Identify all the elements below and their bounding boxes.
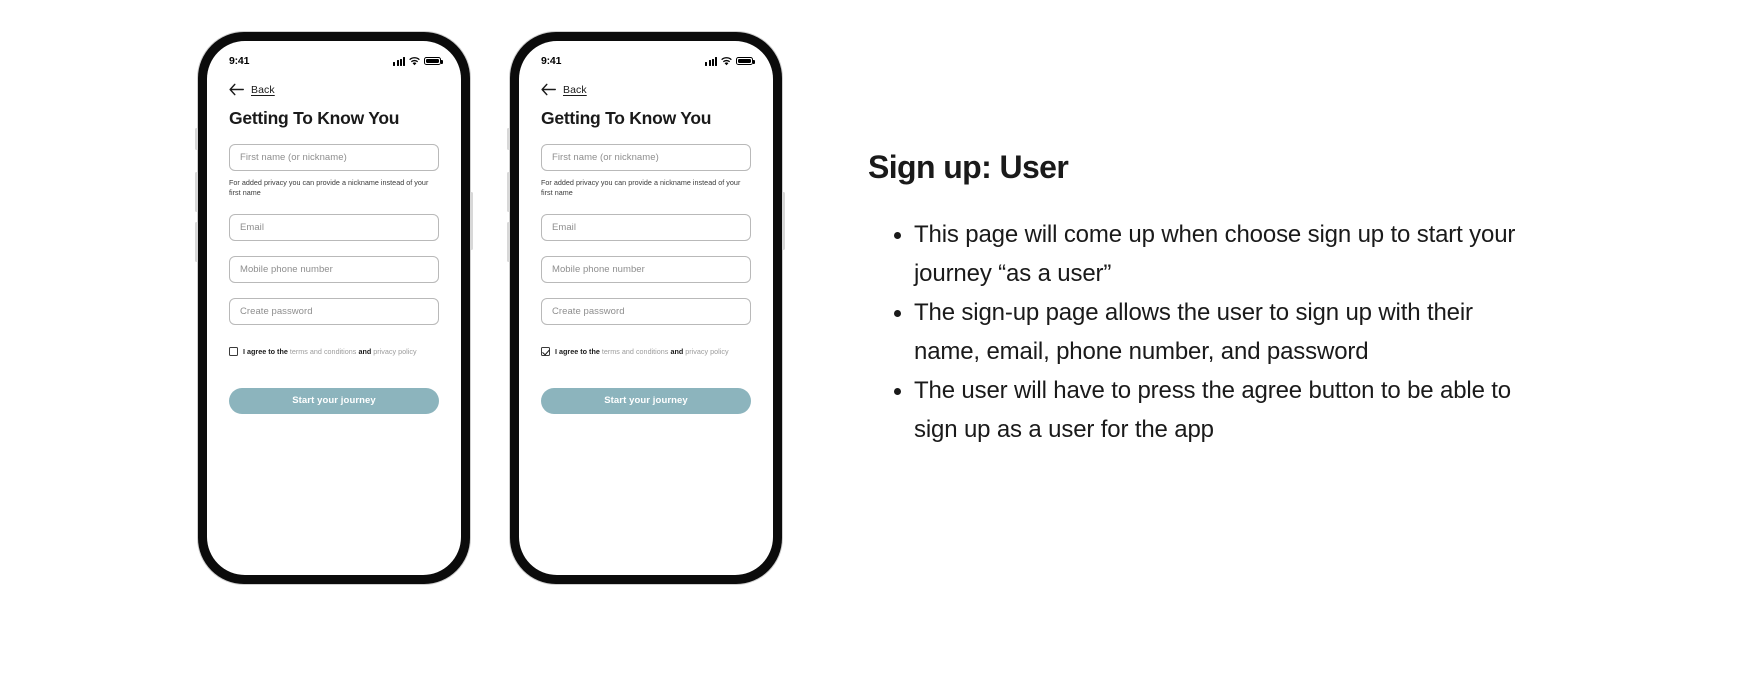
mobile-phone-input[interactable]: Mobile phone number [229,255,439,283]
mobile-phone-placeholder: Mobile phone number [552,263,645,275]
phone-mockup-checked: 9:41 Back Getting To Know You First name… [507,32,785,584]
agree-lead-text: I agree to the [555,346,600,356]
create-password-placeholder: Create password [552,305,625,317]
start-your-journey-label: Start your journey [604,395,688,407]
start-your-journey-button[interactable]: Start your journey [229,387,439,414]
email-placeholder: Email [552,221,577,233]
wifi-icon [409,56,420,66]
terms-and-conditions-link[interactable]: terms and conditions [602,347,669,356]
signal-bars-icon [705,56,717,66]
page-title: Getting To Know You [541,108,712,128]
email-input[interactable]: Email [229,213,439,241]
list-item: This page will come up when choose sign … [914,216,1528,294]
annotation-title: Sign up: User [868,149,1069,185]
annotation-panel: Sign up: User This page will come up whe… [868,148,1528,450]
first-name-input[interactable]: First name (or nickname) [541,144,751,171]
agree-checkbox[interactable] [541,346,550,356]
mobile-phone-input[interactable]: Mobile phone number [541,255,751,283]
first-name-placeholder: First name (or nickname) [552,152,659,163]
back-navigation[interactable]: Back [229,83,439,96]
battery-icon [736,56,755,66]
first-name-helper-text: For added privacy you can provide a nick… [541,178,741,198]
status-time: 9:41 [229,55,250,67]
agree-conjunction: and [670,346,684,356]
status-icons [393,56,443,66]
status-icons [705,56,755,66]
create-password-input[interactable]: Create password [541,297,751,325]
annotation-bullet-list: This page will come up when choose sign … [868,216,1528,449]
email-input[interactable]: Email [541,213,751,241]
back-label: Back [563,83,587,96]
page-title: Getting To Know You [229,108,400,128]
battery-icon [424,56,443,66]
back-navigation[interactable]: Back [541,83,751,96]
agree-lead-text: I agree to the [243,346,288,356]
create-password-input[interactable]: Create password [229,297,439,325]
phone-volume-up-button [507,172,510,212]
status-bar: 9:41 [207,41,461,71]
back-label: Back [251,83,275,96]
arrow-left-icon [541,83,556,96]
agree-terms-row[interactable]: I agree to the terms and conditions and … [229,346,439,356]
email-placeholder: Email [240,221,265,233]
start-your-journey-label: Start your journey [292,395,376,407]
create-password-placeholder: Create password [240,305,313,317]
phone-volume-down-button [195,222,198,262]
first-name-input[interactable]: First name (or nickname) [229,144,439,171]
phone-power-button [470,192,473,250]
mobile-phone-placeholder: Mobile phone number [240,263,333,275]
first-name-placeholder: First name (or nickname) [240,152,347,163]
phone-mockup-unchecked: 9:41 Back Getting To Know You First name… [195,32,473,584]
arrow-left-icon [229,83,244,96]
phone-volume-up-button [195,172,198,212]
signal-bars-icon [393,56,405,66]
phone-mute-switch [195,128,198,150]
terms-and-conditions-link[interactable]: terms and conditions [290,347,357,356]
agree-terms-row[interactable]: I agree to the terms and conditions and … [541,346,751,356]
first-name-helper-text: For added privacy you can provide a nick… [229,178,429,198]
phone-mute-switch [507,128,510,150]
phone-volume-down-button [507,222,510,262]
list-item: The user will have to press the agree bu… [914,372,1528,450]
phone-screen: 9:41 Back Getting To Know You First name… [207,41,461,575]
phone-screen: 9:41 Back Getting To Know You First name… [519,41,773,575]
phone-power-button [782,192,785,250]
privacy-policy-link[interactable]: privacy policy [373,347,416,356]
list-item: The sign-up page allows the user to sign… [914,294,1528,372]
status-time: 9:41 [541,55,562,67]
agree-checkbox[interactable] [229,346,238,356]
agree-conjunction: and [358,346,372,356]
wifi-icon [721,56,732,66]
start-your-journey-button[interactable]: Start your journey [541,387,751,414]
slide-canvas: 9:41 Back Getting To Know You First name… [0,0,1762,682]
screen-content: Back Getting To Know You First name (or … [207,83,461,414]
status-bar: 9:41 [519,41,773,71]
privacy-policy-link[interactable]: privacy policy [685,347,728,356]
screen-content: Back Getting To Know You First name (or … [519,83,773,414]
agree-terms-label: I agree to the terms and conditions and … [555,347,729,356]
agree-terms-label: I agree to the terms and conditions and … [243,347,417,356]
